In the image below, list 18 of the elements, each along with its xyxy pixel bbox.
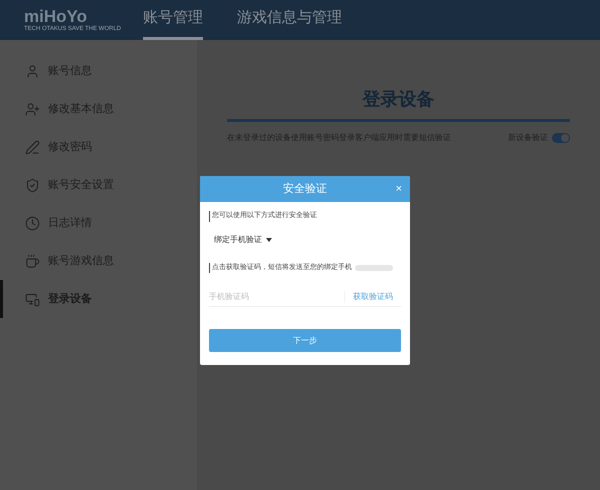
nav-tab[interactable]: 游戏信息与管理 (237, 0, 342, 40)
masked-number (355, 264, 393, 271)
devices-icon (25, 292, 40, 306)
get-code-link[interactable]: 获取验证码 (344, 290, 401, 302)
next-button[interactable]: 下一步 (209, 329, 401, 352)
add-user-icon (25, 102, 40, 116)
pen-icon (25, 140, 40, 154)
close-button[interactable]: × (396, 184, 402, 194)
clock-icon (25, 216, 40, 230)
cup-icon (25, 254, 40, 268)
dialog-title: 安全验证 (283, 182, 327, 197)
user-icon (25, 64, 40, 78)
toggle-switch[interactable] (552, 133, 570, 143)
shield-icon (25, 178, 40, 192)
logo: miHoYo (24, 8, 87, 25)
caret-icon (266, 238, 272, 242)
method-dropdown[interactable]: 绑定手机验证 (209, 234, 272, 246)
code-input-field[interactable]: 手机验证码 (209, 290, 344, 302)
